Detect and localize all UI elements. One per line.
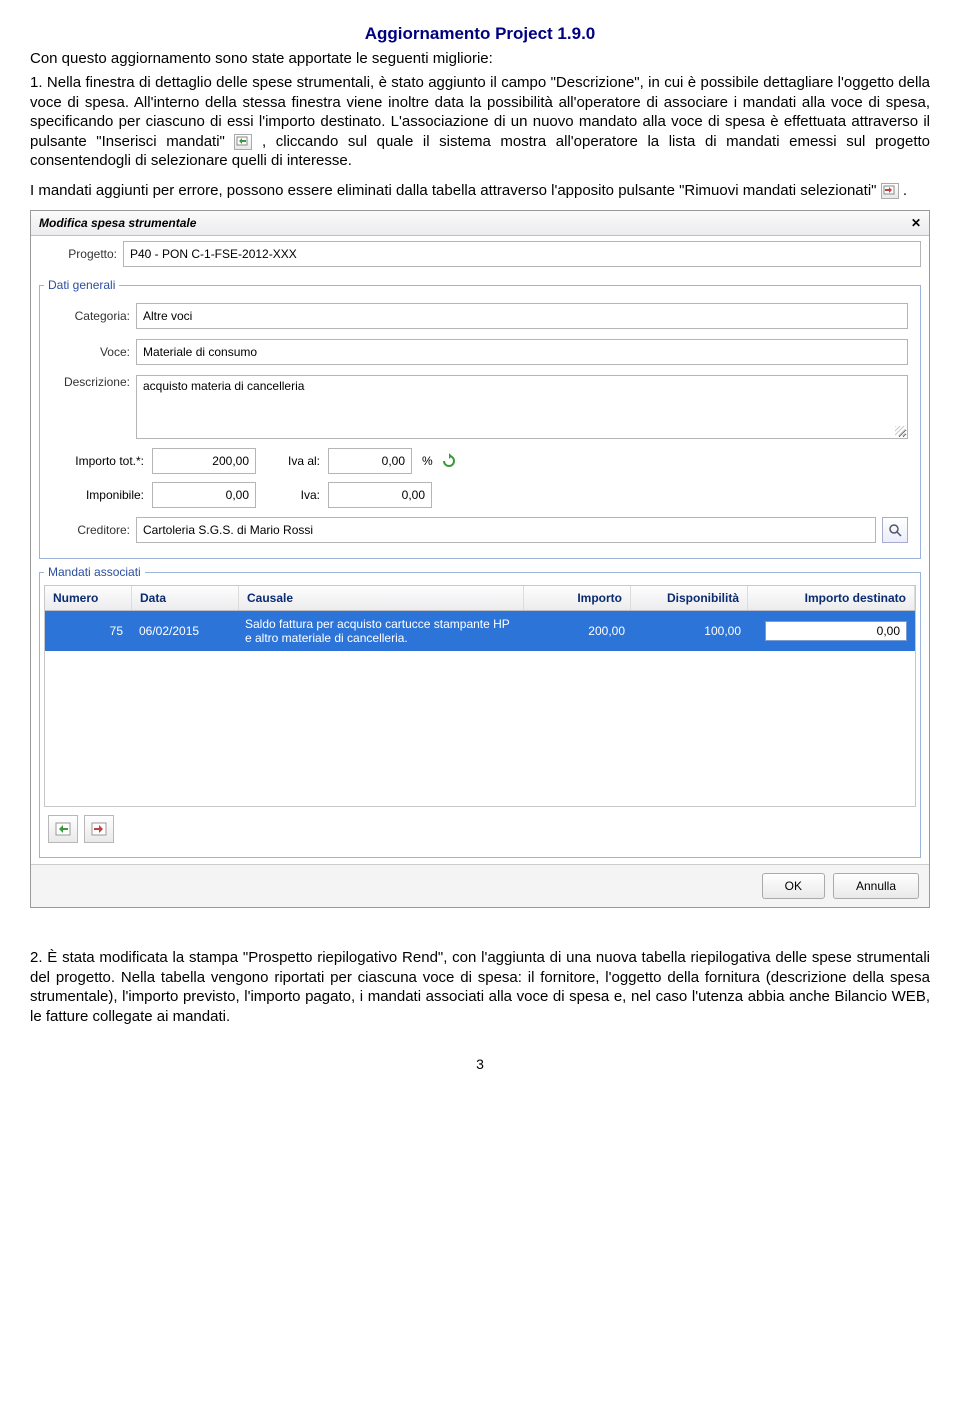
- importo-tot-field[interactable]: 200,00: [152, 448, 256, 474]
- paragraph-2a: I mandati aggiunti per errore, possono e…: [30, 182, 876, 199]
- cell-importo: 200,00: [527, 618, 633, 644]
- cell-causale: Saldo fattura per acquisto cartucce stam…: [237, 611, 527, 651]
- descrizione-value: acquisto materia di cancelleria: [143, 379, 304, 393]
- dialog-title-text: Modifica spesa strumentale: [39, 216, 196, 230]
- creditore-label: Creditore:: [52, 523, 130, 537]
- progetto-label: Progetto:: [39, 247, 117, 261]
- resize-handle-icon[interactable]: [895, 426, 905, 436]
- percent-symbol: %: [422, 454, 433, 468]
- col-disponibilita[interactable]: Disponibilità: [631, 586, 748, 610]
- categoria-field[interactable]: Altre voci: [136, 303, 908, 329]
- dati-generali-legend: Dati generali: [44, 278, 119, 292]
- progetto-row: Progetto: P40 - PON C-1-FSE-2012-XXX: [31, 236, 929, 272]
- dati-generali-fieldset: Dati generali Categoria: Altre voci Voce…: [39, 278, 921, 559]
- mandati-associati-legend: Mandati associati: [44, 565, 145, 579]
- page-number: 3: [30, 1056, 930, 1072]
- creditore-search-button[interactable]: [882, 517, 908, 543]
- importo-tot-label: Importo tot.*:: [52, 454, 144, 468]
- cell-numero: 75: [45, 618, 131, 644]
- remove-mandati-icon: [91, 822, 107, 836]
- col-importo[interactable]: Importo: [524, 586, 631, 610]
- mandati-associati-fieldset: Mandati associati Numero Data Causale Im…: [39, 565, 921, 858]
- magnifier-icon: [888, 523, 902, 537]
- page-title: Aggiornamento Project 1.9.0: [30, 24, 930, 44]
- insert-mandati-icon: [55, 822, 71, 836]
- close-icon[interactable]: ✕: [911, 216, 921, 230]
- progetto-field[interactable]: P40 - PON C-1-FSE-2012-XXX: [123, 241, 921, 267]
- imponibile-field[interactable]: 0,00: [152, 482, 256, 508]
- table-header: Numero Data Causale Importo Disponibilit…: [45, 586, 915, 611]
- iva-al-label: Iva al:: [264, 454, 320, 468]
- col-numero[interactable]: Numero: [45, 586, 132, 610]
- col-causale[interactable]: Causale: [239, 586, 524, 610]
- iva-field[interactable]: 0,00: [328, 482, 432, 508]
- cell-importo-destinato: [749, 615, 915, 647]
- col-data[interactable]: Data: [132, 586, 239, 610]
- rimuovi-mandati-button[interactable]: [84, 815, 114, 843]
- modifica-spesa-dialog: Modifica spesa strumentale ✕ Progetto: P…: [30, 210, 930, 908]
- annulla-button[interactable]: Annulla: [833, 873, 919, 899]
- dialog-titlebar: Modifica spesa strumentale ✕: [31, 211, 929, 236]
- categoria-label: Categoria:: [52, 309, 130, 323]
- descrizione-field[interactable]: acquisto materia di cancelleria: [136, 375, 908, 439]
- table-row[interactable]: 75 06/02/2015 Saldo fattura per acquisto…: [45, 611, 915, 651]
- imponibile-label: Imponibile:: [52, 488, 144, 502]
- creditore-field[interactable]: Cartoleria S.G.S. di Mario Rossi: [136, 517, 876, 543]
- col-importo-destinato[interactable]: Importo destinato: [748, 586, 915, 610]
- descrizione-label: Descrizione:: [52, 375, 130, 389]
- voce-field[interactable]: Materiale di consumo: [136, 339, 908, 365]
- remove-mandati-icon: [881, 183, 899, 199]
- paragraph-2b: .: [903, 182, 907, 199]
- dialog-footer: OK Annulla: [31, 864, 929, 907]
- iva-al-field[interactable]: 0,00: [328, 448, 412, 474]
- table-toolbar: [44, 807, 916, 847]
- insert-mandati-icon: [234, 134, 252, 150]
- ok-button[interactable]: OK: [762, 873, 825, 899]
- paragraph-1: 1. Nella finestra di dettaglio delle spe…: [30, 73, 930, 171]
- cell-data: 06/02/2015: [131, 618, 237, 644]
- mandati-table: Numero Data Causale Importo Disponibilit…: [44, 585, 916, 807]
- iva-label: Iva:: [264, 488, 320, 502]
- paragraph-3: 2. È stata modificata la stampa "Prospet…: [30, 948, 930, 1026]
- importo-destinato-input[interactable]: [765, 621, 907, 641]
- refresh-icon[interactable]: [441, 453, 457, 469]
- cell-disponibilita: 100,00: [633, 618, 749, 644]
- paragraph-2: I mandati aggiunti per errore, possono e…: [30, 181, 930, 201]
- intro-text: Con questo aggiornamento sono state appo…: [30, 50, 930, 67]
- voce-label: Voce:: [52, 345, 130, 359]
- inserisci-mandati-button[interactable]: [48, 815, 78, 843]
